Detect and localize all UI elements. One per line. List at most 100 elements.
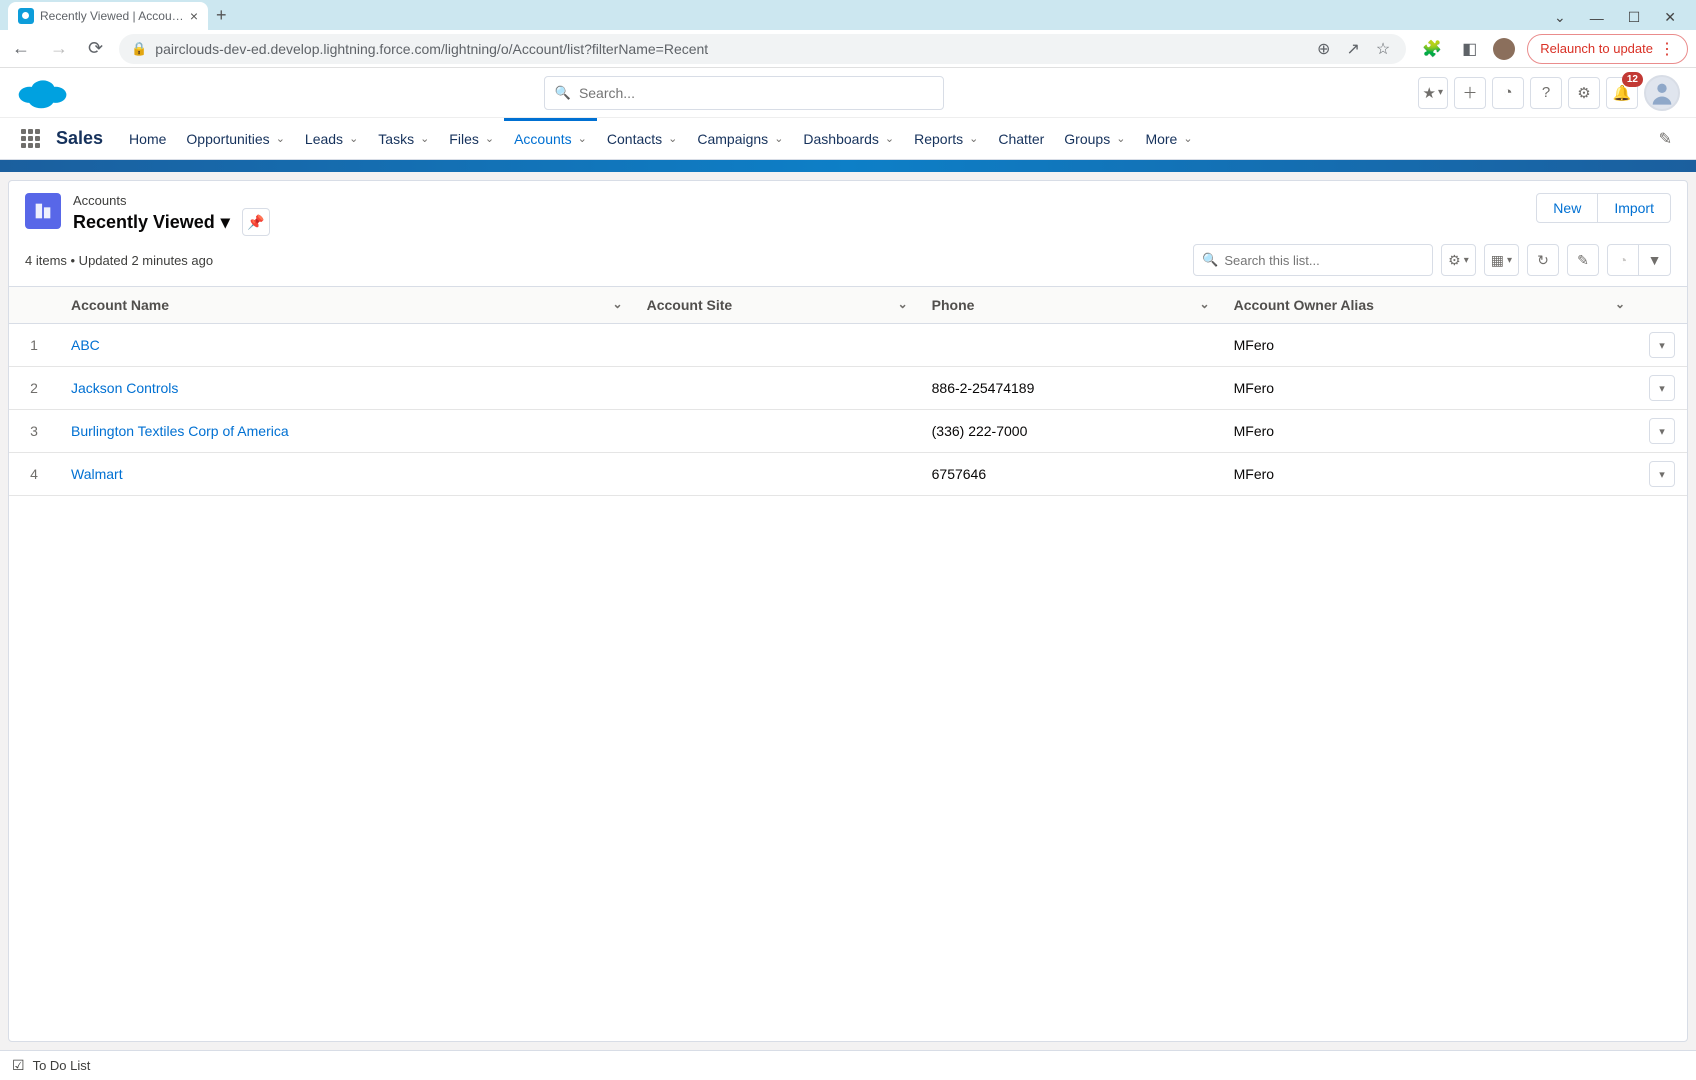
address-bar[interactable]: 🔒 pairclouds-dev-ed.develop.lightning.fo… [119, 34, 1406, 64]
chevron-down-icon[interactable]: ⌄ [1615, 297, 1625, 311]
row-number: 4 [9, 453, 59, 496]
cell-phone [920, 324, 1222, 367]
nav-tab-home[interactable]: Home [119, 118, 176, 159]
share-icon[interactable]: ↗ [1342, 37, 1363, 61]
global-actions-button[interactable]: ＋ [1454, 77, 1486, 109]
row-actions-header [1637, 287, 1687, 324]
row-actions-button[interactable]: ▾ [1649, 418, 1675, 444]
account-link[interactable]: Walmart [71, 466, 123, 482]
list-search[interactable] [1193, 244, 1433, 276]
content-area: Accounts Recently Viewed ▾ 📌 New Import … [0, 172, 1696, 1050]
nav-tab-dashboards[interactable]: Dashboards⌄ [793, 118, 904, 159]
list-view-picker[interactable]: Recently Viewed ▾ 📌 [73, 208, 270, 236]
bookmark-icon[interactable]: ☆ [1372, 37, 1394, 61]
brand-banner [0, 160, 1696, 172]
list-view-card: Accounts Recently Viewed ▾ 📌 New Import … [8, 180, 1688, 1042]
forward-button[interactable]: → [46, 34, 72, 63]
global-search[interactable] [544, 76, 944, 110]
col-account-name[interactable]: Account Name⌄ [59, 287, 635, 324]
nav-tab-files[interactable]: Files⌄ [439, 118, 504, 159]
notifications-button[interactable]: 🔔12 [1606, 77, 1638, 109]
nav-tab-tasks[interactable]: Tasks⌄ [368, 118, 439, 159]
new-tab-button[interactable]: + [208, 1, 235, 30]
chevron-down-icon[interactable]: ⌄ [613, 297, 623, 311]
nav-tab-more[interactable]: More⌄ [1135, 118, 1202, 159]
account-link[interactable]: Jackson Controls [71, 380, 178, 396]
close-window-icon[interactable]: ✕ [1656, 5, 1684, 30]
import-button[interactable]: Import [1598, 193, 1671, 223]
app-launcher-button[interactable] [12, 118, 48, 159]
row-actions-button[interactable]: ▾ [1649, 332, 1675, 358]
back-button[interactable]: ← [8, 34, 34, 63]
account-link[interactable]: Burlington Textiles Corp of America [71, 423, 289, 439]
col-owner-alias[interactable]: Account Owner Alias⌄ [1222, 287, 1637, 324]
nav-tab-contacts[interactable]: Contacts⌄ [597, 118, 687, 159]
col-phone[interactable]: Phone⌄ [920, 287, 1222, 324]
new-button[interactable]: New [1536, 193, 1598, 223]
close-tab-icon[interactable]: × [190, 8, 198, 24]
refresh-button[interactable]: ↻ [1527, 244, 1559, 276]
global-search-input[interactable] [579, 85, 933, 101]
chevron-down-icon[interactable]: ⌄ [668, 132, 677, 145]
filter-button[interactable]: ▼ [1639, 244, 1671, 276]
sidepanel-icon[interactable]: ◧ [1458, 37, 1481, 61]
nav-tab-campaigns[interactable]: Campaigns⌄ [687, 118, 793, 159]
chevron-down-icon[interactable]: ⌄ [774, 132, 783, 145]
list-controls-gear-icon[interactable]: ⚙▾ [1441, 244, 1476, 276]
cell-actions: ▾ [1637, 367, 1687, 410]
zoom-icon[interactable]: ⊕ [1313, 37, 1334, 61]
chart-button[interactable]: ◔ [1607, 244, 1639, 276]
extensions-icon[interactable]: 🧩 [1418, 37, 1446, 61]
nav-tab-leads[interactable]: Leads⌄ [295, 118, 368, 159]
chevron-down-icon[interactable]: ⌄ [1116, 132, 1125, 145]
chrome-menu-icon[interactable]: ⋮ [1659, 39, 1675, 59]
chrome-profile-avatar[interactable] [1493, 38, 1515, 60]
col-account-site[interactable]: Account Site⌄ [635, 287, 920, 324]
minimize-window-icon[interactable]: — [1582, 6, 1612, 30]
maximize-window-icon[interactable]: ☐ [1620, 5, 1649, 30]
chevron-down-icon[interactable]: ⌄ [969, 132, 978, 145]
cell-account-name: ABC [59, 324, 635, 367]
row-actions-button[interactable]: ▾ [1649, 375, 1675, 401]
url-text: pairclouds-dev-ed.develop.lightning.forc… [155, 41, 1305, 57]
cell-owner: MFero [1222, 367, 1637, 410]
row-actions-button[interactable]: ▾ [1649, 461, 1675, 487]
guidance-center-button[interactable]: ◔ [1492, 77, 1524, 109]
cell-owner: MFero [1222, 453, 1637, 496]
nav-tab-opportunities[interactable]: Opportunities⌄ [176, 118, 295, 159]
browser-tab[interactable]: Recently Viewed | Accounts | Sal × [8, 2, 208, 30]
chevron-down-icon[interactable]: ⌄ [276, 132, 285, 145]
cell-phone: 886-2-25474189 [920, 367, 1222, 410]
favorites-button[interactable]: ★▾ [1418, 77, 1448, 109]
nav-tab-chatter[interactable]: Chatter [988, 118, 1054, 159]
chevron-down-icon[interactable]: ⌄ [1183, 132, 1192, 145]
chevron-down-icon[interactable]: ⌄ [349, 132, 358, 145]
setup-gear-icon[interactable]: ⚙ [1568, 77, 1600, 109]
account-link[interactable]: ABC [71, 337, 100, 353]
display-as-button[interactable]: ▦▾ [1484, 244, 1519, 276]
chevron-down-icon[interactable]: ⌄ [885, 132, 894, 145]
nav-tab-groups[interactable]: Groups⌄ [1054, 118, 1135, 159]
todo-icon[interactable]: ☑ [12, 1057, 25, 1074]
salesforce-logo[interactable] [16, 74, 70, 112]
reload-button[interactable]: ⟳ [84, 34, 107, 63]
list-search-input[interactable] [1224, 253, 1424, 268]
user-avatar[interactable] [1644, 75, 1680, 111]
relaunch-button[interactable]: Relaunch to update ⋮ [1527, 34, 1688, 64]
nav-tab-accounts[interactable]: Accounts⌄ [504, 118, 597, 159]
chevron-down-icon[interactable]: ⌄ [898, 297, 908, 311]
tabs-dropdown-icon[interactable]: ⌄ [1546, 5, 1574, 30]
chevron-down-icon[interactable]: ⌄ [485, 132, 494, 145]
chevron-down-icon[interactable]: ⌄ [1200, 297, 1210, 311]
table-row: 2Jackson Controls886-2-25474189MFero▾ [9, 367, 1687, 410]
cell-actions: ▾ [1637, 453, 1687, 496]
todo-list-button[interactable]: To Do List [33, 1058, 91, 1073]
inline-edit-button[interactable]: ✎ [1567, 244, 1599, 276]
help-button[interactable]: ? [1530, 77, 1562, 109]
edit-nav-icon[interactable]: ✎ [1647, 129, 1684, 149]
chevron-down-icon[interactable]: ⌄ [420, 132, 429, 145]
chevron-down-icon[interactable]: ⌄ [578, 132, 587, 145]
nav-tab-reports[interactable]: Reports⌄ [904, 118, 988, 159]
accounts-table: Account Name⌄ Account Site⌄ Phone⌄ Accou… [9, 286, 1687, 496]
pin-list-button[interactable]: 📌 [242, 208, 270, 236]
